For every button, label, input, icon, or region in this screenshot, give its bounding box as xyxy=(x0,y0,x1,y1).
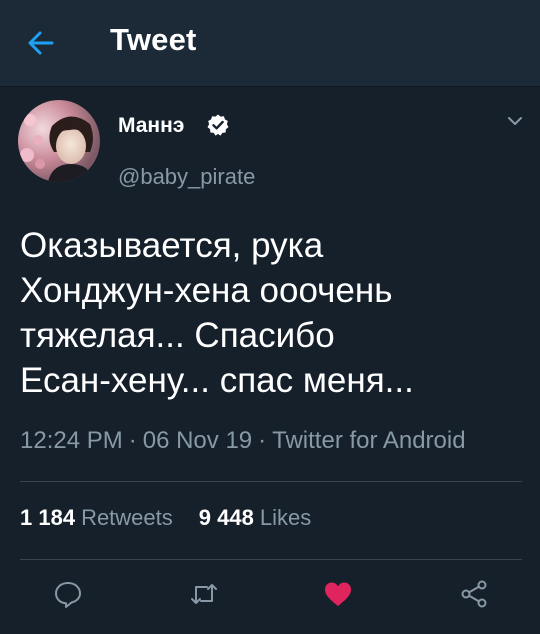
author-handle[interactable]: @baby_pirate xyxy=(118,164,255,190)
top-bar: Tweet xyxy=(0,0,540,87)
likes-link[interactable]: Likes xyxy=(260,505,311,530)
verified-badge-icon xyxy=(206,113,230,137)
retweet-button[interactable] xyxy=(188,578,220,610)
avatar[interactable] xyxy=(18,100,100,182)
heart-icon xyxy=(325,582,351,606)
share-icon xyxy=(461,580,487,608)
more-options-button[interactable] xyxy=(504,112,526,130)
arrow-left-icon xyxy=(28,31,54,55)
like-button[interactable] xyxy=(322,578,354,610)
tweet-text-line: Есан-хену... спас меня... xyxy=(20,361,414,400)
tweet-time: 12:24 PM xyxy=(20,427,123,454)
tweet-date: 06 Nov 19 xyxy=(142,427,253,454)
meta-separator: · xyxy=(128,427,137,454)
retweets-link[interactable]: Retweets xyxy=(81,505,173,530)
author-name[interactable]: Маннэ xyxy=(118,114,184,138)
tweet-text-line: Хонджун-хена ооочень xyxy=(20,271,393,310)
tweet-text: Оказывается, рука Хонджун-хена ооочень т… xyxy=(20,223,520,403)
meta-separator: · xyxy=(258,427,267,454)
likes-count: 9 448 xyxy=(198,505,254,530)
chevron-down-icon xyxy=(508,117,522,125)
back-button[interactable] xyxy=(22,26,62,60)
avatar-image xyxy=(18,100,100,182)
tweet-source-link[interactable]: Twitter for Android xyxy=(272,427,465,454)
share-button[interactable] xyxy=(458,578,490,610)
retweet-icon xyxy=(191,584,217,604)
tweet-text-line: тяжелая... Спасибо xyxy=(20,316,335,355)
tweet-stats: 1 184 Retweets 9 448 Likes xyxy=(20,505,337,531)
tweet-text-line: Оказывается, рука xyxy=(20,226,324,265)
reply-icon xyxy=(55,582,81,608)
reply-button[interactable] xyxy=(52,578,84,610)
page-title: Tweet xyxy=(110,22,197,57)
divider xyxy=(20,481,522,482)
retweets-count: 1 184 xyxy=(20,505,76,530)
tweet-metadata: 12:24 PM · 06 Nov 19 · Twitter for Android xyxy=(20,427,466,455)
divider xyxy=(20,559,522,560)
